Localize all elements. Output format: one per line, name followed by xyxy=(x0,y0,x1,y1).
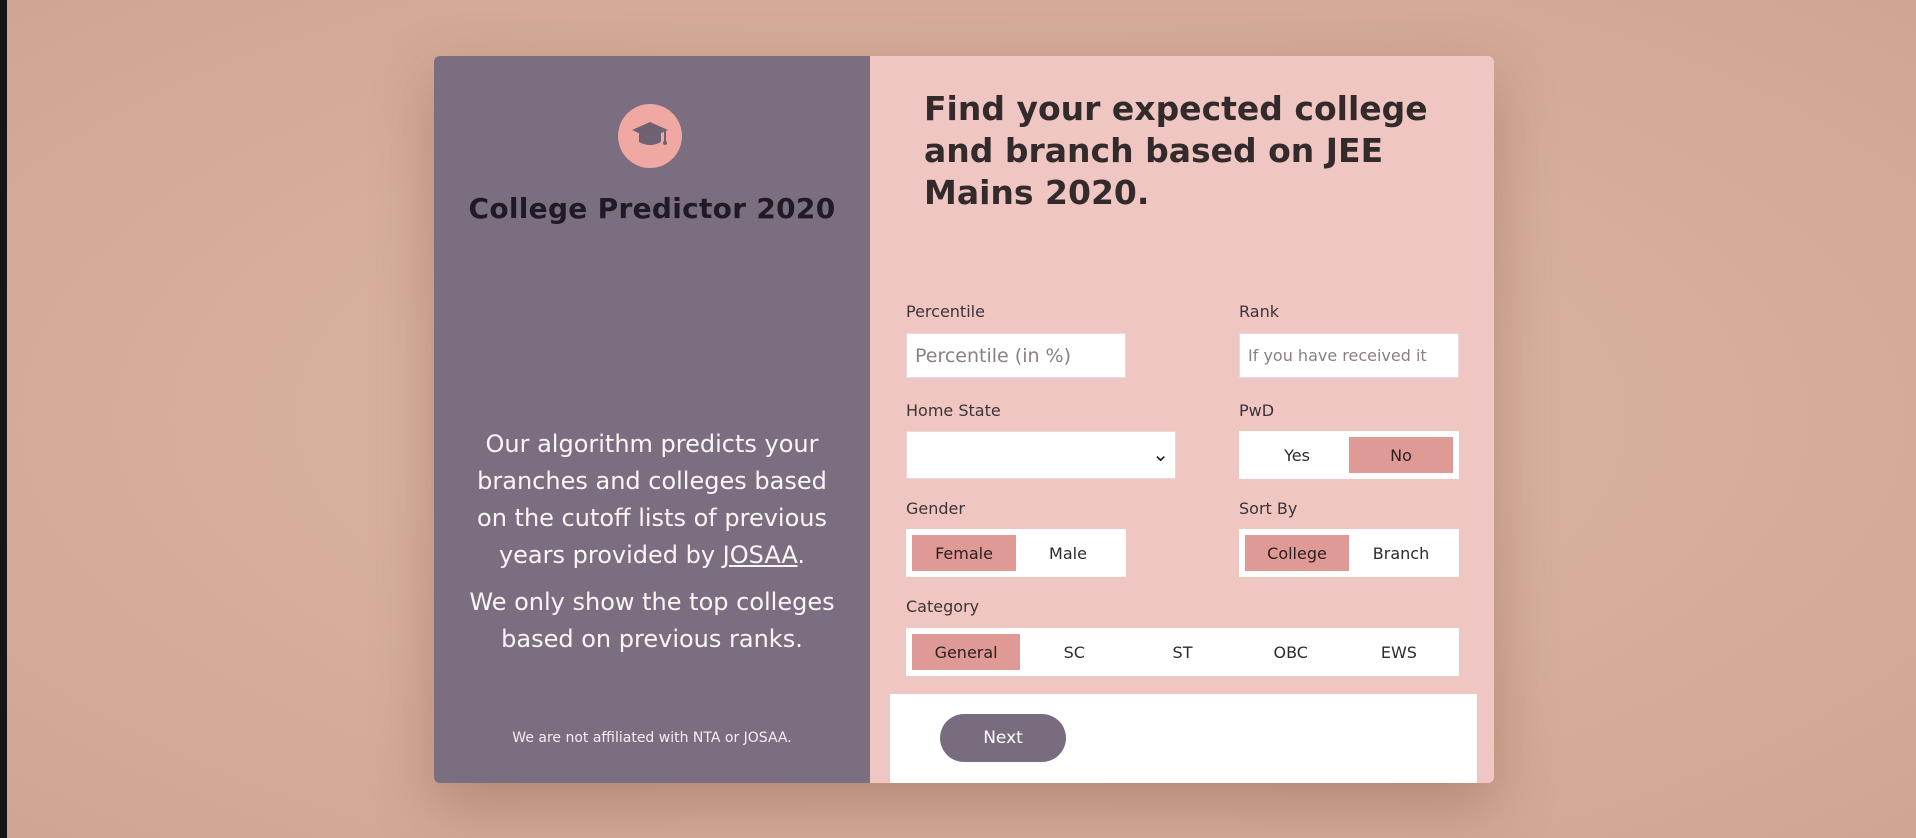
category-option-sc[interactable]: SC xyxy=(1020,634,1128,670)
home-state-select[interactable]: ⌄ xyxy=(906,431,1176,479)
sort-by-toggle: College Branch xyxy=(1239,529,1459,577)
josaa-link[interactable]: JOSAA xyxy=(723,541,798,569)
info-panel: College Predictor 2020 Our algorithm pre… xyxy=(434,56,870,783)
form-heading: Find your expected college and branch ba… xyxy=(924,89,1428,212)
predictor-card: College Predictor 2020 Our algorithm pre… xyxy=(434,56,1494,783)
form-footer: Next xyxy=(890,694,1477,783)
category-option-obc[interactable]: OBC xyxy=(1237,634,1345,670)
percentile-label: Percentile xyxy=(906,302,985,321)
sort-option-college[interactable]: College xyxy=(1245,535,1349,571)
category-label: Category xyxy=(906,597,980,616)
chevron-down-icon: ⌄ xyxy=(1152,442,1169,466)
description: Our algorithm predicts your branches and… xyxy=(464,426,840,668)
home-state-label: Home State xyxy=(906,401,1001,420)
pwd-option-no[interactable]: No xyxy=(1349,437,1453,473)
rank-label: Rank xyxy=(1239,302,1279,321)
category-option-general[interactable]: General xyxy=(912,634,1021,670)
rank-input[interactable] xyxy=(1239,333,1459,378)
sort-by-label: Sort By xyxy=(1239,499,1298,518)
gender-label: Gender xyxy=(906,499,965,518)
app-title: College Predictor 2020 xyxy=(468,192,836,225)
description-paragraph: Our algorithm predicts your branches and… xyxy=(464,426,840,574)
graduation-cap-icon xyxy=(632,122,668,145)
pwd-option-yes[interactable]: Yes xyxy=(1245,437,1349,473)
category-option-ews[interactable]: EWS xyxy=(1345,634,1453,670)
sort-option-branch[interactable]: Branch xyxy=(1349,535,1453,571)
gender-option-male[interactable]: Male xyxy=(1016,535,1120,571)
description-paragraph-2: We only show the top colleges based on p… xyxy=(469,588,835,653)
gender-option-female[interactable]: Female xyxy=(912,535,1016,571)
description-period: . xyxy=(797,541,806,569)
category-toggle: General SC ST OBC EWS xyxy=(906,628,1459,676)
form-panel: Find your expected college and branch ba… xyxy=(870,56,1494,783)
category-option-st[interactable]: ST xyxy=(1128,634,1236,670)
percentile-input[interactable] xyxy=(906,333,1126,378)
logo xyxy=(618,104,682,168)
pwd-label: PwD xyxy=(1239,401,1275,420)
disclaimer: We are not affiliated with NTA or JOSAA. xyxy=(512,730,792,746)
pwd-toggle: Yes No xyxy=(1239,431,1459,479)
window-edge xyxy=(0,0,7,838)
next-button[interactable]: Next xyxy=(940,714,1066,762)
gender-toggle: Female Male xyxy=(906,529,1126,577)
